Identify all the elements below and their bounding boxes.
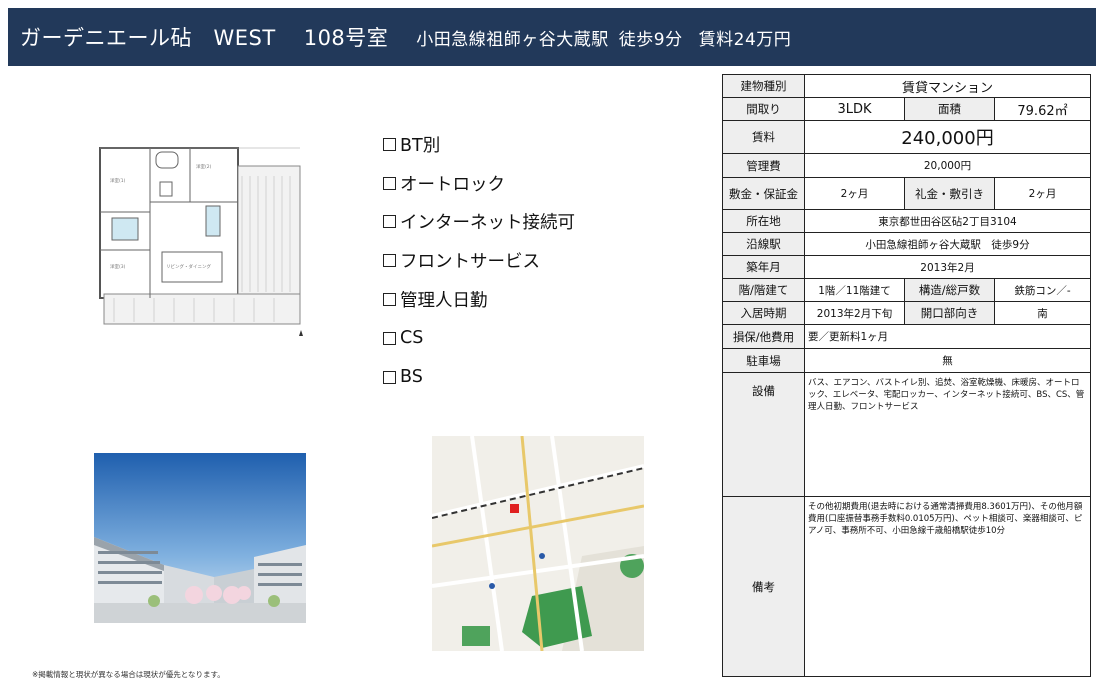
checkbox-icon [383,215,396,229]
floor-value: 1階／11階建て [804,278,905,302]
amenity-checklist: BT別 オートロック インターネット接続可 フロントサービス 管理人日勤 CS … [383,125,623,397]
property-spec-table: 建物種別 賃貸マンション 間取り 3LDK 面積 79.62㎡ 賃料 240,0… [722,74,1091,677]
key-money-value: 2ヶ月 [994,177,1091,210]
station-name: 小田急線祖師ヶ谷大蔵駅 [416,29,609,50]
building-type-value: 賃貸マンション [804,74,1091,98]
key-money-label: 礼金・敷引き [904,177,995,210]
checkbox-icon [383,176,396,190]
management-fee-label: 管理費 [722,153,805,178]
check-item-bs: BS [383,358,623,397]
move-in-label: 入居時期 [722,301,805,325]
line-value: 小田急線祖師ヶ谷大蔵駅 徒歩9分 [804,232,1091,256]
layout-value: 3LDK [804,97,905,121]
move-in-value: 2013年2月下旬 [804,301,905,325]
insurance-value: 要／更新料1ヶ月 [804,324,1091,349]
layout-label: 間取り [722,97,805,121]
insurance-label: 損保/他費用 [722,324,805,349]
svg-text:洋室(3): 洋室(3) [110,263,126,270]
deposit-label: 敷金・保証金 [722,177,805,210]
check-item-front-service: フロントサービス [383,241,623,280]
rent-label: 賃料 [722,120,805,154]
area-map [432,436,644,651]
checkbox-icon [383,293,396,307]
svg-text:洋室(2): 洋室(2) [196,163,212,170]
equipment-value: バス、エアコン、バストイレ別、追焚、浴室乾燥機、床暖房、オートロック、エレベータ… [804,372,1091,497]
check-item-autolock: オートロック [383,164,623,203]
checkbox-icon [383,254,396,268]
floor-label: 階/階建て [722,278,805,302]
remarks-label: 備考 [722,496,805,677]
equipment-label: 設備 [722,372,805,497]
floor-plan-image: 洋室(1) 洋室(3) 洋室(2) リビング・ダイニング [94,142,310,342]
rent-value: 240,000円 [804,120,1091,154]
building-name: ガーデニエール砧 WEST [20,26,276,50]
facing-value: 南 [994,301,1091,325]
area-value: 79.62㎡ [994,97,1091,121]
structure-label: 構造/総戸数 [904,278,995,302]
walk-time: 徒歩9分 [618,29,683,50]
remarks-value: その他初期費用(退去時における通常清掃費用8.3601万円)、その他月額費用(口… [804,496,1091,677]
disclaimer-note: ※掲載情報と現状が異なる場合は現状が優先となります。 [32,670,225,679]
check-item-manager: 管理人日勤 [383,280,623,319]
check-item-cs: CS [383,319,623,358]
parking-label: 駐車場 [722,348,805,373]
address-label: 所在地 [722,209,805,233]
parking-value: 無 [804,348,1091,373]
title-banner: ガーデニエール砧 WEST 108号室 小田急線祖師ヶ谷大蔵駅 徒歩9分 賃料2… [8,8,1096,66]
facing-label: 開口部向き [904,301,995,325]
built-value: 2013年2月 [804,255,1091,279]
building-type-label: 建物種別 [722,74,805,98]
building-photo [94,453,306,623]
address-value: 東京都世田谷区砧2丁目3104 [804,209,1091,233]
structure-value: 鉄筋コン／- [994,278,1091,302]
checkbox-icon [383,331,396,345]
room-number: 108号室 [303,26,389,50]
svg-text:リビング・ダイニング: リビング・ダイニング [166,263,211,270]
built-label: 築年月 [722,255,805,279]
area-label: 面積 [904,97,995,121]
management-fee-value: 20,000円 [804,153,1091,178]
checkbox-icon [383,137,396,151]
check-item-bt: BT別 [383,125,623,164]
svg-text:洋室(1): 洋室(1) [110,177,126,184]
checkbox-icon [383,370,396,384]
line-label: 沿線駅 [722,232,805,256]
deposit-value: 2ヶ月 [804,177,905,210]
rent-summary: 賃料24万円 [698,29,792,50]
check-item-internet: インターネット接続可 [383,203,623,242]
